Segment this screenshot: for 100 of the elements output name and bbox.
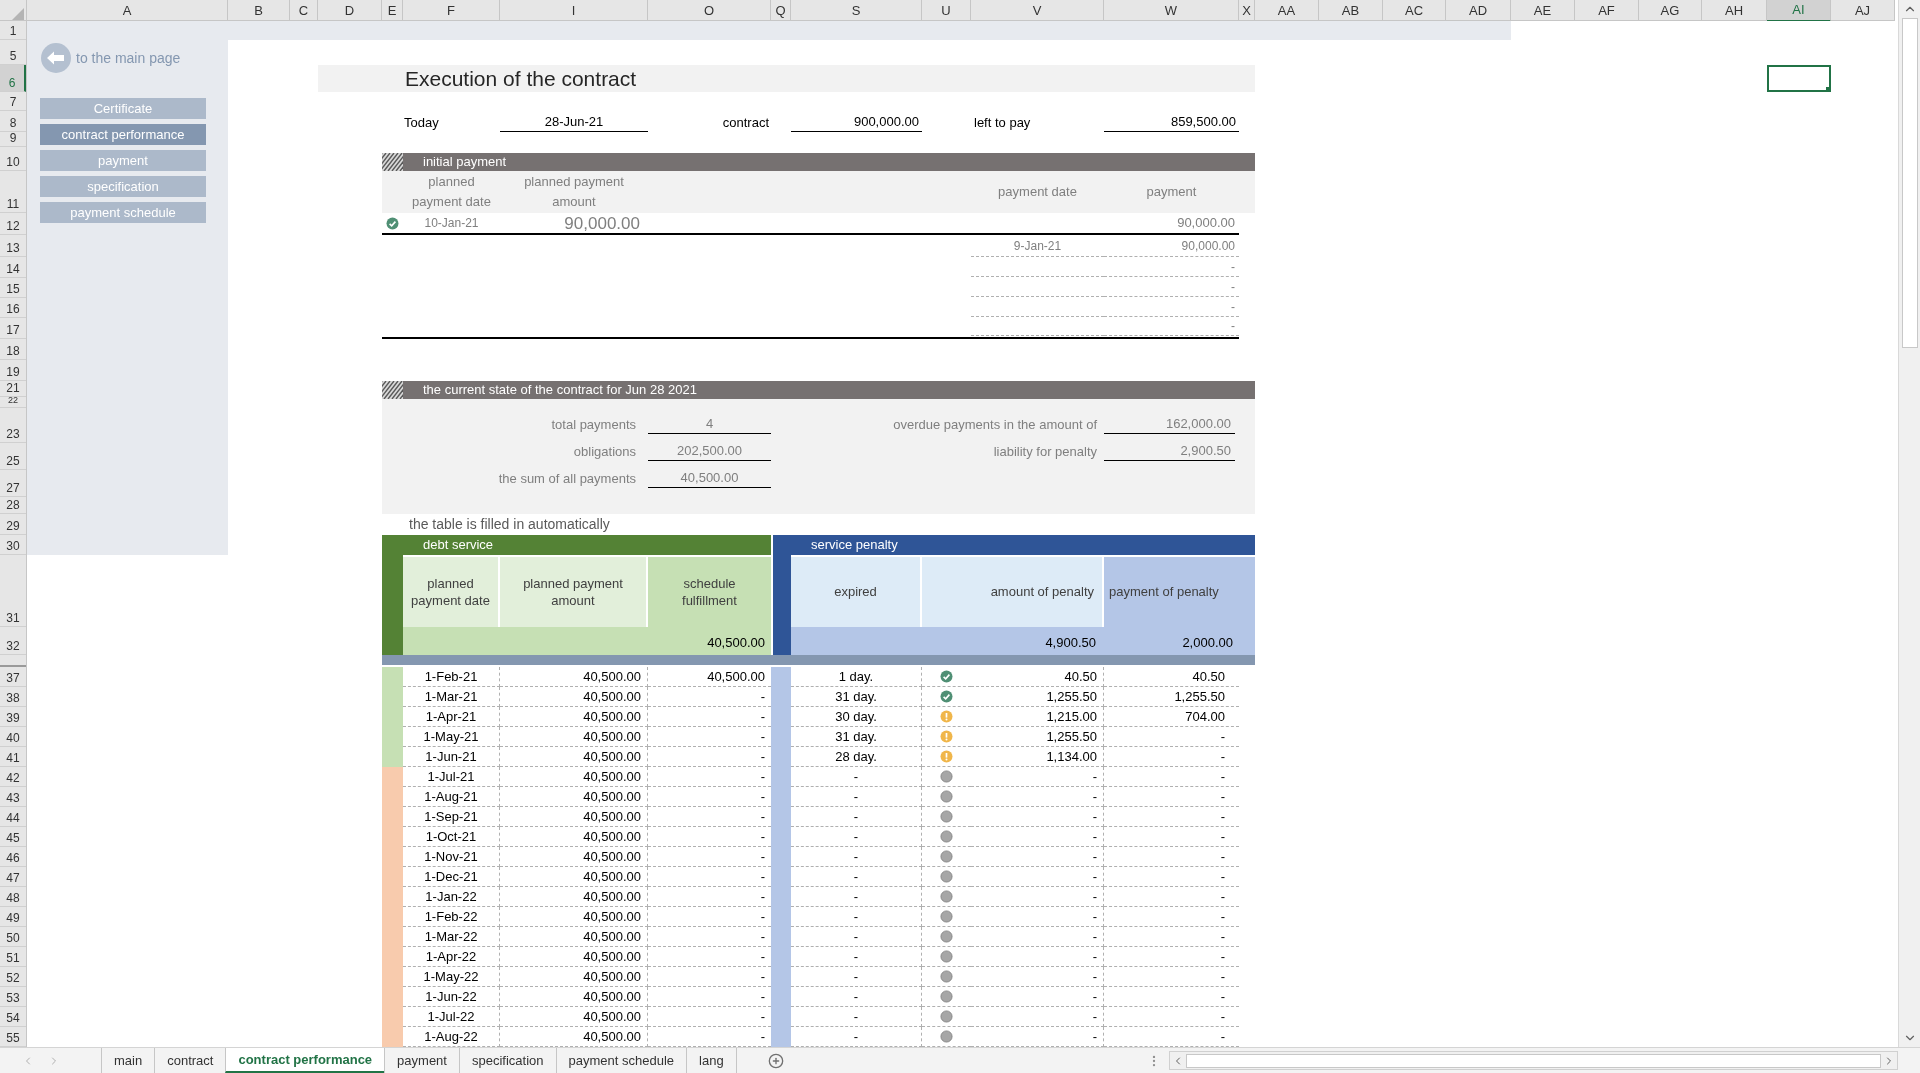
row-header[interactable]: 45 (0, 827, 26, 847)
table-cell-text: 10-Jan-21 (423, 215, 480, 232)
check-icon (940, 670, 953, 683)
row-header[interactable]: 18 (0, 339, 26, 360)
table-cell: 1,255.50 (971, 687, 1104, 707)
column-heading: planned payment date (411, 173, 492, 211)
circle-icon (940, 970, 953, 983)
table-cell: - (791, 807, 922, 827)
row-header[interactable]: 9 (0, 132, 26, 147)
row-header[interactable]: 8 (0, 111, 26, 132)
sheet-tab[interactable]: lang (686, 1048, 736, 1073)
table-cell: 1,255.50 (1104, 687, 1239, 707)
table-cell: - (791, 1007, 922, 1027)
sheet-tab[interactable]: payment (384, 1048, 459, 1073)
row-header[interactable]: 42 (0, 767, 26, 787)
row-header[interactable]: 11 (0, 171, 26, 213)
table-cell: 1-Sep-21 (403, 807, 500, 827)
circle-icon (940, 890, 953, 903)
row-header[interactable]: 22 (0, 397, 26, 408)
row-header[interactable]: 7 (0, 92, 26, 111)
row-header[interactable]: 15 (0, 278, 26, 298)
row-header[interactable]: 30 (0, 535, 26, 555)
field-label: Today (403, 113, 440, 132)
hatch-icon (382, 153, 403, 171)
vertical-scrollbar[interactable] (1898, 0, 1920, 1047)
row-header[interactable]: 41 (0, 747, 26, 767)
table-cell: 1-May-22 (403, 967, 500, 987)
row-header[interactable]: 25 (0, 443, 26, 470)
row-header[interactable]: 21 (0, 381, 26, 397)
table-cell: 1-Jun-22 (403, 987, 500, 1007)
table-cell: - (791, 987, 922, 1007)
row-header[interactable]: 38 (0, 687, 26, 707)
corner-triangle-icon (12, 7, 24, 20)
add-sheet-icon[interactable] (767, 1052, 784, 1069)
table-cell: - (971, 987, 1104, 1007)
table-cell: 90,000.00 (1104, 235, 1239, 257)
table-cell: 9-Jan-21 (971, 235, 1104, 257)
sheet-tab[interactable]: main (101, 1048, 155, 1073)
column-heading: payment (1145, 183, 1198, 202)
table-cell: 40,500.00 (500, 827, 648, 847)
horizontal-scrollbar[interactable] (1169, 1051, 1898, 1070)
row-header[interactable]: 13 (0, 235, 26, 257)
scroll-thumb[interactable] (1186, 1053, 1881, 1068)
total-cell: 2,000.00 (1104, 627, 1255, 655)
row-header[interactable]: 48 (0, 887, 26, 907)
row-header[interactable]: 1 (0, 21, 26, 40)
table-cell: 1-Aug-21 (403, 787, 500, 807)
row-header[interactable]: 14 (0, 257, 26, 278)
table-cell: - (791, 947, 922, 967)
column-heading: schedule fulfillment (648, 555, 771, 627)
row-header[interactable]: 50 (0, 927, 26, 947)
row-header[interactable]: 52 (0, 967, 26, 987)
field-value: 202,500.00 (648, 440, 771, 461)
row-header[interactable]: 28 (0, 497, 26, 514)
row-header[interactable]: 53 (0, 987, 26, 1007)
table-cell: - (1104, 297, 1239, 317)
row-header[interactable]: 27 (0, 470, 26, 497)
row-header[interactable]: 17 (0, 318, 26, 339)
row-header[interactable]: 16 (0, 298, 26, 318)
row-header[interactable]: 32 (0, 627, 26, 655)
row-header[interactable]: 54 (0, 1007, 26, 1027)
row-header[interactable]: 43 (0, 787, 26, 807)
scroll-thumb[interactable] (1901, 18, 1918, 348)
row-header[interactable]: 39 (0, 707, 26, 727)
field-label: left to pay (973, 113, 1032, 132)
table-cell: 1-Dec-21 (403, 867, 500, 887)
field-value: 162,000.00 (1104, 413, 1235, 434)
row-header[interactable]: 29 (0, 514, 26, 535)
table-cell: - (791, 827, 922, 847)
table-cell: - (791, 887, 922, 907)
table-cell-text: 90,000.00 (563, 214, 641, 232)
table-cell: 40,500.00 (500, 767, 648, 787)
row-header[interactable]: 37 (0, 667, 26, 687)
table-cell: - (1104, 807, 1239, 827)
row-header[interactable]: 12 (0, 213, 26, 235)
row-header[interactable]: 51 (0, 947, 26, 967)
column-header[interactable]: AI (1767, 0, 1831, 22)
table-cell: - (1104, 277, 1239, 297)
row-header[interactable]: 40 (0, 727, 26, 747)
table-cell: 1,134.00 (971, 747, 1104, 767)
row-header[interactable]: 49 (0, 907, 26, 927)
row-header[interactable]: 47 (0, 867, 26, 887)
row-header[interactable]: 31 (0, 555, 26, 627)
table-cell: - (1104, 787, 1239, 807)
field-value: 2,900.50 (1104, 440, 1235, 461)
row-header[interactable]: 19 (0, 360, 26, 381)
sheet-tab[interactable]: specification (458, 1048, 556, 1073)
total-cell: 40,500.00 (403, 627, 771, 655)
row-header[interactable]: 23 (0, 408, 26, 443)
row-header[interactable]: 46 (0, 847, 26, 867)
row-header[interactable]: 6 (0, 65, 26, 92)
table-cell: 40,500.00 (500, 987, 648, 1007)
sheet-tab[interactable]: payment schedule (555, 1048, 687, 1073)
table-cell: - (971, 767, 1104, 787)
sheet-tab[interactable]: contract performance (225, 1048, 385, 1073)
selected-cell[interactable] (1767, 65, 1831, 92)
row-header[interactable]: 10 (0, 147, 26, 171)
warning-icon (940, 710, 953, 723)
row-header[interactable]: 44 (0, 807, 26, 827)
circle-icon (940, 950, 953, 963)
